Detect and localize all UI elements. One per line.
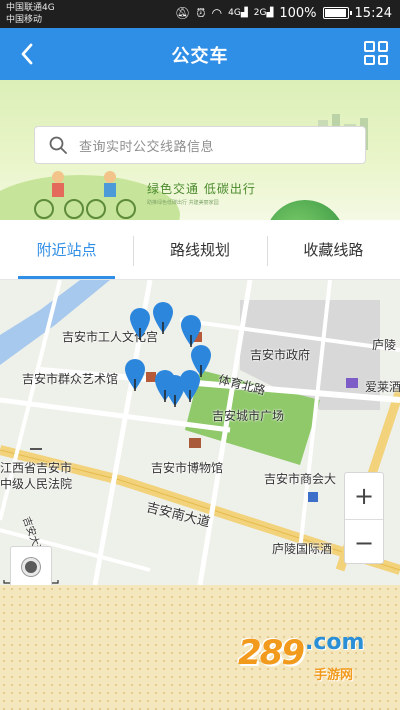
alarm-icon: ⏰︎ [196,6,206,20]
locate-button[interactable] [10,546,52,588]
museum-icon [189,438,201,448]
clock: 15:24 [354,5,392,21]
bus-stop-pin[interactable] [178,368,202,402]
watermark-domain: .com [304,630,365,655]
battery-fill [324,9,346,17]
banner-slogan-sub: 助推绿色低碳出行 共建美丽家园 [147,200,219,206]
tab-label: 收藏线路 [303,241,364,259]
carrier-1: 中国联通4G [6,3,55,13]
zoom-control: + − [344,472,384,564]
map-label: 庐陵国际酒 [272,542,333,556]
cyclists-illustration [34,171,136,219]
mute-icon: 🔕︎ [175,6,191,20]
zoom-in-button[interactable]: + [345,473,383,519]
tab-bar: 附近站点 路线规划 收藏线路 [0,220,400,280]
map-label: 中级人民法院 [0,477,73,491]
status-icons: 🔕︎ ⏰︎ ◠ 4G▟ 2G▟ 100% 15:24 [175,5,392,21]
bus-stop-pin[interactable] [179,313,203,347]
bus-stop-pin[interactable] [123,357,147,391]
signal-icon-1: 4G▟ [228,8,248,18]
court-icon [30,440,42,450]
signal-icon-2: 2G▟ [253,8,274,18]
signal-1-label: 4G [228,8,241,18]
zoom-out-button[interactable]: − [345,519,383,565]
watermark-number: 289 [238,633,305,673]
map-label: 江西省吉安市 [0,461,73,475]
globe-illustration [265,200,345,220]
banner-slogan: 绿色交通 低碳出行 [147,182,256,196]
bus-stop-pin[interactable] [128,306,152,340]
page-title: 公交车 [171,46,229,67]
carrier-info: 中国联通4G 中国移动 [6,2,55,26]
signal-2-label: 2G [253,8,267,18]
bus-stop-pin[interactable] [151,300,175,334]
grid-icon [364,41,375,52]
tab-favorite-lines[interactable]: 收藏线路 [266,220,400,279]
poi-building-icon [308,492,318,502]
app-bar: 公交车 [0,28,400,80]
watermark-logo: 289 .com 手游网 [238,630,365,683]
search-placeholder: 查询实时公交线路信息 [79,139,215,155]
tab-nearby-stops[interactable]: 附近站点 [0,220,133,279]
map-label: 吉安城市广场 [212,409,285,423]
map-label: 吉安市群众艺术馆 [22,372,119,386]
map-label: 吉安市政府 [250,348,311,362]
menu-grid-button[interactable] [364,41,388,65]
search-icon [49,136,67,154]
watermark-sub: 手游网 [314,668,354,683]
map-label: 庐陵 [372,338,397,352]
hotel-icon [346,378,358,388]
map-label: 吉安市博物馆 [151,461,224,475]
tab-label: 路线规划 [169,241,230,259]
status-bar: 中国联通4G 中国移动 🔕︎ ⏰︎ ◠ 4G▟ 2G▟ 100% 15:24 [0,0,400,28]
map-view[interactable]: 吉安市工人文化宫 吉安市政府 庐陵 吉安市群众艺术馆 体育北路 爱莱酒 吉安城市… [0,280,400,585]
map-label: 吉安市商会大 [264,472,337,486]
search-bar[interactable]: 查询实时公交线路信息 [34,126,366,164]
banner: 查询实时公交线路信息 绿色交通 低碳出行 助推绿色低碳出行 共建美丽家园 [0,80,400,220]
battery-icon [322,7,352,19]
battery-percent: 100% [279,5,317,21]
tab-label: 附近站点 [36,241,97,259]
carrier-2: 中国移动 [6,15,43,25]
tab-route-planning[interactable]: 路线规划 [133,220,266,279]
map-label: 爱莱酒 [365,380,400,394]
locate-icon [22,558,40,576]
wifi-icon: ◠ [211,6,223,20]
